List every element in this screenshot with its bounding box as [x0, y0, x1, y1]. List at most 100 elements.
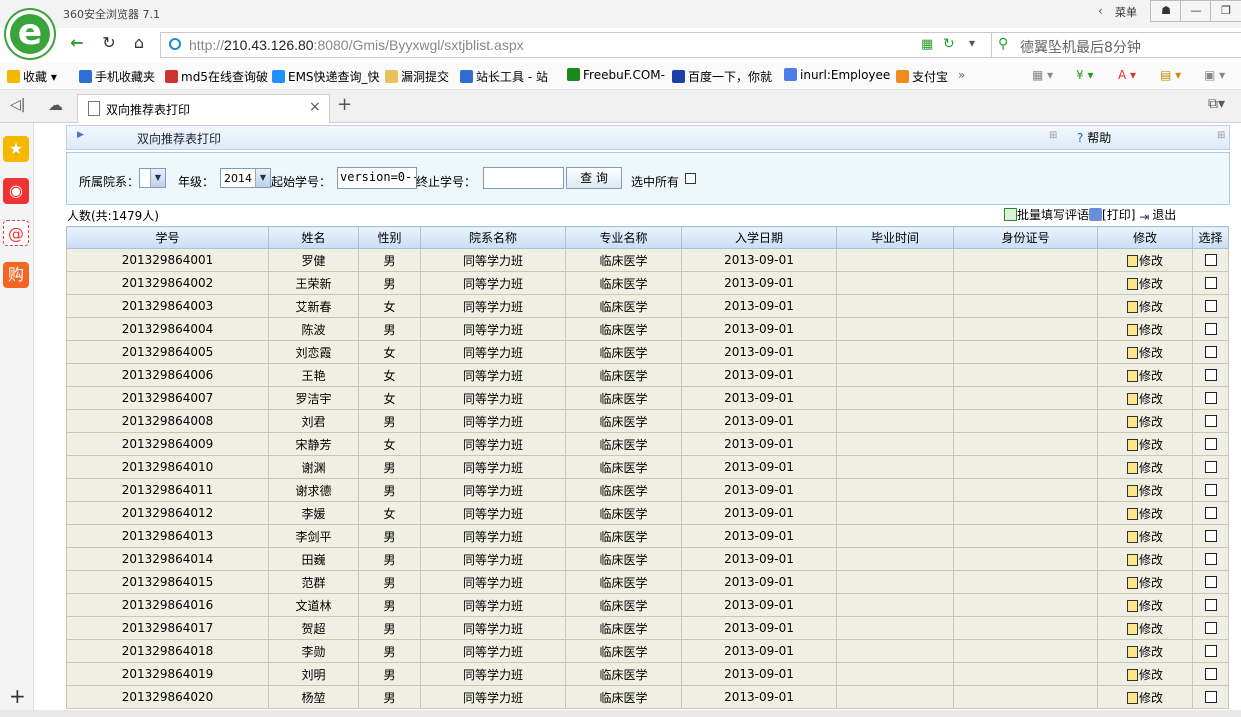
graduation-date-cell [836, 271, 954, 295]
speed-mode-icon[interactable]: ↻ [943, 36, 955, 52]
row-select-checkbox[interactable] [1204, 415, 1217, 427]
exit-link[interactable]: ⇥ 退出 [1139, 208, 1176, 224]
row-select-checkbox[interactable] [1204, 438, 1217, 450]
name-cell: 谢渊 [268, 455, 359, 479]
grade-select[interactable]: 2014 ▼ [220, 168, 271, 188]
edit-link[interactable]: 修改 [1126, 369, 1163, 383]
bookmark-item[interactable]: 支付宝 [896, 68, 948, 85]
edit-link[interactable]: 修改 [1126, 346, 1163, 360]
end-id-input[interactable] [483, 167, 564, 189]
edit-link[interactable]: 修改 [1126, 622, 1163, 636]
shopping-icon[interactable]: 购 [3, 262, 29, 288]
help-link[interactable]: ? 帮助 [1077, 129, 1111, 146]
edit-link[interactable]: 修改 [1126, 438, 1163, 452]
row-select-checkbox[interactable] [1204, 277, 1217, 289]
row-select-checkbox[interactable] [1204, 484, 1217, 496]
weibo-icon[interactable]: ◉ [3, 178, 29, 204]
minimize-button[interactable]: — [1180, 0, 1212, 22]
bookmark-item[interactable]: FreebuF.COM- [567, 68, 665, 82]
student-id-cell: 201329864002 [66, 271, 269, 295]
chevron-left-icon[interactable]: ‹ [1098, 4, 1103, 18]
edit-link[interactable]: 修改 [1126, 484, 1163, 498]
edit-link[interactable]: 修改 [1126, 415, 1163, 429]
expand-icon[interactable]: ⊞ [1217, 130, 1225, 141]
edit-link[interactable]: 修改 [1126, 530, 1163, 544]
edit-link[interactable]: 修改 [1126, 553, 1163, 567]
row-select-checkbox[interactable] [1204, 691, 1217, 703]
pdf-icon[interactable]: A ▾ [1118, 68, 1136, 82]
start-id-input[interactable]: version=0-- [337, 167, 417, 189]
select-all-checkbox[interactable] [685, 173, 696, 184]
row-select-checkbox[interactable] [1204, 645, 1217, 657]
tools-icon[interactable]: ▤ ▾ [1160, 68, 1181, 82]
row-select-checkbox[interactable] [1204, 461, 1217, 473]
bookmark-item[interactable]: 漏洞提交 [385, 68, 449, 85]
cloud-icon[interactable]: ☁ [48, 96, 63, 114]
bookmark-item[interactable]: inurl:Employee [784, 68, 890, 82]
row-select-checkbox[interactable] [1204, 553, 1217, 565]
edit-link[interactable]: 修改 [1126, 392, 1163, 406]
row-select-checkbox[interactable] [1204, 622, 1217, 634]
bookmark-item[interactable]: 收藏 ▾ [7, 68, 57, 85]
tab-list-icon[interactable]: ⧉▾ [1208, 96, 1225, 112]
edit-link[interactable]: 修改 [1126, 277, 1163, 291]
edit-link[interactable]: 修改 [1126, 599, 1163, 613]
row-select-checkbox[interactable] [1204, 369, 1217, 381]
edit-link[interactable]: 修改 [1126, 254, 1163, 268]
address-bar[interactable]: http://210.43.126.80:8080/Gmis/Byyxwgl/s… [160, 32, 992, 58]
bookmark-item[interactable]: md5在线查询破 [165, 68, 268, 85]
bookmark-item[interactable]: 站长工具 - 站 [460, 68, 548, 85]
edit-link[interactable]: 修改 [1126, 645, 1163, 659]
close-icon[interactable]: × [309, 99, 321, 115]
edit-link[interactable]: 修改 [1126, 691, 1163, 705]
search-box[interactable]: ⚲ 德翼坠机最后8分钟 [991, 32, 1241, 58]
menu-button[interactable]: 菜单 [1115, 4, 1137, 20]
refresh-icon[interactable]: ↻ [96, 32, 122, 54]
id-number-cell [953, 271, 1098, 295]
sidebar-toggle-icon[interactable]: ◁| [10, 97, 25, 113]
dropdown-chevron-icon[interactable]: ▾ [969, 36, 975, 50]
qr-code-icon[interactable]: ▦ [921, 37, 933, 52]
security-icon[interactable]: ¥ ▾ [1076, 68, 1093, 82]
row-select-checkbox[interactable] [1204, 668, 1217, 680]
row-select-checkbox[interactable] [1204, 323, 1217, 335]
row-select-checkbox[interactable] [1204, 300, 1217, 312]
screenshot-icon[interactable]: ▣ ▾ [1204, 68, 1225, 82]
edit-link[interactable]: 修改 [1126, 668, 1163, 682]
home-icon[interactable]: ⌂ [126, 32, 152, 54]
maximize-button[interactable]: ❐ [1210, 0, 1241, 22]
add-icon[interactable]: + [9, 684, 26, 708]
query-button[interactable]: 查 询 [566, 167, 622, 189]
dept-select[interactable]: ▼ [139, 168, 166, 188]
new-tab-icon[interactable]: + [337, 94, 352, 115]
mail-icon[interactable]: @ [3, 220, 29, 246]
back-arrow-icon[interactable]: ← [64, 32, 90, 54]
row-select-checkbox[interactable] [1204, 599, 1217, 611]
expand-icon[interactable]: ⊞ [1049, 130, 1057, 141]
row-select-checkbox[interactable] [1204, 392, 1217, 404]
column-header: 学号 [66, 226, 269, 249]
more-bookmarks-icon[interactable]: » [958, 68, 965, 82]
row-select-checkbox[interactable] [1204, 530, 1217, 542]
bookmark-item[interactable]: EMS快递查询_快 [272, 68, 380, 85]
enroll-date-cell: 2013-09-01 [681, 685, 837, 709]
tab-active[interactable]: 双向推荐表打印 × [77, 94, 330, 123]
bookmark-item[interactable]: 手机收藏夹 [79, 68, 155, 85]
edit-link[interactable]: 修改 [1126, 576, 1163, 590]
favorites-star-icon[interactable]: ★ [3, 136, 29, 162]
skin-icon[interactable]: ☗ [1150, 0, 1182, 22]
edit-link[interactable]: 修改 [1126, 507, 1163, 521]
edit-link[interactable]: 修改 [1126, 461, 1163, 475]
bookmark-item[interactable]: 百度一下，你就 [672, 68, 772, 85]
print-link[interactable]: [打印] [1089, 208, 1135, 222]
gender-cell: 男 [358, 248, 421, 272]
row-select-checkbox[interactable] [1204, 576, 1217, 588]
edit-link[interactable]: 修改 [1126, 300, 1163, 314]
batch-comment-link[interactable]: 批量填写评语 [1004, 208, 1089, 222]
row-select-checkbox[interactable] [1204, 346, 1217, 358]
row-select-checkbox[interactable] [1204, 507, 1217, 519]
row-select-checkbox[interactable] [1204, 254, 1217, 266]
apps-icon[interactable]: ▦ ▾ [1032, 68, 1053, 82]
major-cell: 临床医学 [565, 409, 682, 433]
edit-link[interactable]: 修改 [1126, 323, 1163, 337]
